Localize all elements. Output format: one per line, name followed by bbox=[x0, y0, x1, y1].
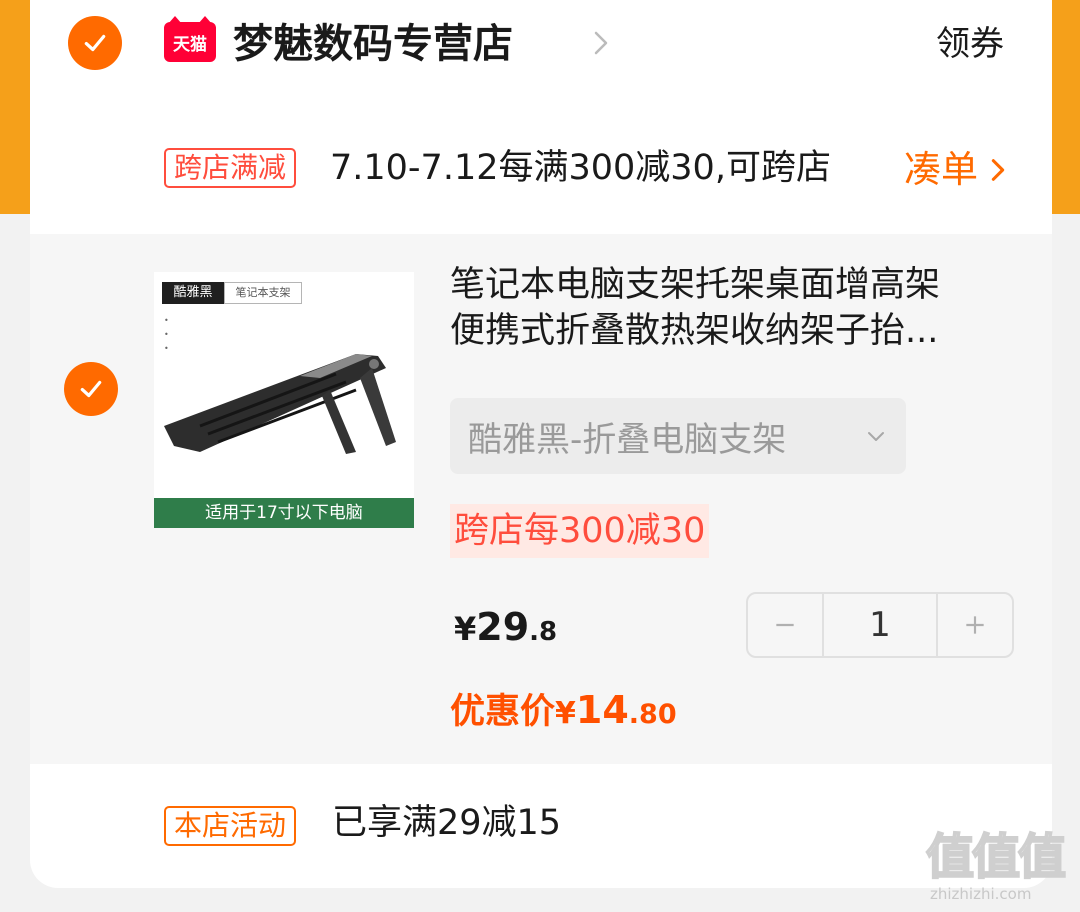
product-title-line-2: 便携式折叠散热架收纳架子抬... bbox=[450, 311, 939, 351]
discount-label: 优惠价 bbox=[450, 692, 556, 732]
combine-order-button[interactable]: 凑单 bbox=[904, 146, 1012, 194]
chevron-right-icon[interactable] bbox=[586, 28, 616, 58]
store-select-checkbox[interactable] bbox=[68, 16, 122, 70]
sku-selected-value: 酷雅黑-折叠电脑支架 bbox=[468, 419, 787, 460]
decrease-quantity-button[interactable] bbox=[748, 594, 822, 656]
product-title-line-1: 笔记本电脑支架托架桌面增高架 bbox=[450, 265, 941, 305]
checkmark-icon bbox=[80, 380, 102, 398]
shop-activity-text: 已享满29减15 bbox=[332, 803, 562, 843]
promotion-tag: 跨店满减 bbox=[164, 148, 297, 188]
price-integer: 29 bbox=[476, 605, 530, 649]
combine-order-label: 凑单 bbox=[904, 148, 978, 191]
shop-activity-tag: 本店活动 bbox=[164, 806, 297, 846]
cross-store-promo-tag: 跨店每300减30 bbox=[450, 504, 710, 558]
plus-icon bbox=[966, 616, 984, 634]
discount-price: 优惠价¥14.80 bbox=[450, 684, 677, 744]
discount-integer: 14 bbox=[575, 688, 629, 732]
minus-icon bbox=[776, 623, 794, 627]
thumbnail-type-badge: 笔记本支架 bbox=[224, 282, 302, 304]
quantity-input[interactable]: 1 bbox=[822, 594, 938, 656]
laptop-stand-image bbox=[164, 354, 396, 454]
watermark-logo: 值值值 bbox=[925, 829, 1067, 885]
coupon-button[interactable]: 领券 bbox=[936, 20, 1004, 68]
site-watermark: 值值值 zhizhizhi.com bbox=[925, 829, 1076, 910]
product-title[interactable]: 笔记本电脑支架托架桌面增高架 便携式折叠散热架收纳架子抬... bbox=[450, 262, 1030, 354]
promotion-text: 7.10-7.12每满300减30,可跨店 bbox=[330, 148, 831, 188]
item-price: ¥29.8 bbox=[454, 602, 557, 660]
item-select-checkbox[interactable] bbox=[64, 362, 118, 416]
tmall-logo-text: 天猫 bbox=[173, 34, 207, 55]
quantity-stepper: 1 bbox=[746, 592, 1014, 658]
discount-currency: ¥ bbox=[555, 696, 576, 731]
chevron-down-icon bbox=[868, 432, 884, 441]
chevron-right-icon bbox=[991, 159, 1005, 181]
thumbnail-caption: 适用于17寸以下电脑 bbox=[154, 498, 414, 528]
increase-quantity-button[interactable] bbox=[938, 594, 1012, 656]
tmall-logo: 天猫 bbox=[164, 16, 216, 62]
discount-decimal: .80 bbox=[628, 699, 677, 730]
price-currency: ¥ bbox=[454, 610, 477, 648]
side-strip-right bbox=[1050, 0, 1080, 214]
price-decimal: .8 bbox=[529, 617, 558, 647]
sku-selector[interactable]: 酷雅黑-折叠电脑支架 bbox=[450, 398, 906, 474]
watermark-url: zhizhizhi.com bbox=[930, 885, 1032, 903]
store-name[interactable]: 梦魅数码专营店 bbox=[233, 18, 513, 70]
side-strip-left bbox=[0, 0, 30, 214]
thumbnail-color-badge: 酷雅黑 bbox=[162, 282, 224, 304]
product-thumbnail[interactable]: 酷雅黑 笔记本支架 • • • 适用于17寸以下电脑 bbox=[154, 272, 414, 528]
checkmark-icon bbox=[84, 34, 106, 52]
store-cart-card: 天猫 梦魅数码专营店 领券 跨店满减 7.10-7.12每满300减30,可跨店… bbox=[30, 0, 1052, 888]
